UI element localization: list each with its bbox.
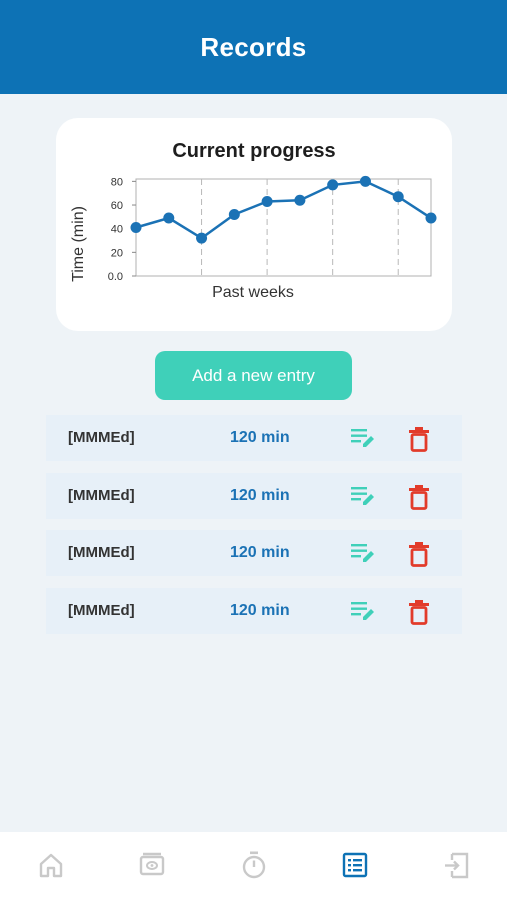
data-point xyxy=(327,179,339,191)
entry-duration: 120 min xyxy=(230,602,290,619)
trash-icon[interactable] xyxy=(408,484,430,510)
entry-date: [MMMEd] xyxy=(68,487,135,504)
video-icon[interactable] xyxy=(137,850,167,880)
data-point xyxy=(196,232,208,244)
y-tick-label: 20 xyxy=(111,247,123,259)
data-point xyxy=(261,195,273,207)
plot-area xyxy=(135,178,432,277)
trash-icon[interactable] xyxy=(408,426,430,452)
data-point xyxy=(163,212,175,224)
page-title: Records xyxy=(200,31,307,62)
data-point xyxy=(359,175,371,187)
entry-date: [MMMEd] xyxy=(68,544,135,561)
entry-duration: 120 min xyxy=(230,429,290,446)
records-list-icon[interactable] xyxy=(340,850,370,880)
data-point xyxy=(294,194,306,206)
entry-row: [MMMEd] 120 min xyxy=(46,530,462,576)
y-tick-label: 60 xyxy=(111,200,123,212)
entry-row: [MMMEd] 120 min xyxy=(46,588,462,634)
trash-icon[interactable] xyxy=(408,599,430,625)
entry-duration: 120 min xyxy=(230,487,290,504)
y-tick-label: 0.0 xyxy=(108,271,123,283)
logout-icon[interactable] xyxy=(442,850,472,880)
bottom-navigation xyxy=(0,832,507,900)
y-tick-label: 40 xyxy=(111,224,123,236)
series-line xyxy=(135,180,432,240)
progress-chart-card: Current progress 0.0 20 40 60 80 Time (min) … xyxy=(56,118,452,331)
entry-row: [MMMEd] 120 min xyxy=(46,415,462,461)
app-header: Records xyxy=(0,0,507,94)
stopwatch-icon[interactable] xyxy=(239,850,269,880)
edit-icon[interactable] xyxy=(350,484,376,508)
data-point xyxy=(392,191,404,203)
add-entry-button[interactable]: Add a new entry xyxy=(155,351,352,400)
home-icon[interactable] xyxy=(36,850,66,880)
entry-date: [MMMEd] xyxy=(68,602,135,619)
data-point xyxy=(228,208,240,220)
y-tick-label: 80 xyxy=(111,176,123,188)
data-point xyxy=(425,212,437,224)
trash-icon[interactable] xyxy=(408,541,430,567)
entry-duration: 120 min xyxy=(230,544,290,561)
edit-icon[interactable] xyxy=(350,541,376,565)
edit-icon[interactable] xyxy=(350,599,376,623)
chart-x-axis-label: Past weeks xyxy=(212,284,294,301)
entry-row: [MMMEd] 120 min xyxy=(46,473,462,519)
edit-icon[interactable] xyxy=(350,426,376,450)
data-point xyxy=(130,222,142,233)
entry-date: [MMMEd] xyxy=(68,429,135,446)
